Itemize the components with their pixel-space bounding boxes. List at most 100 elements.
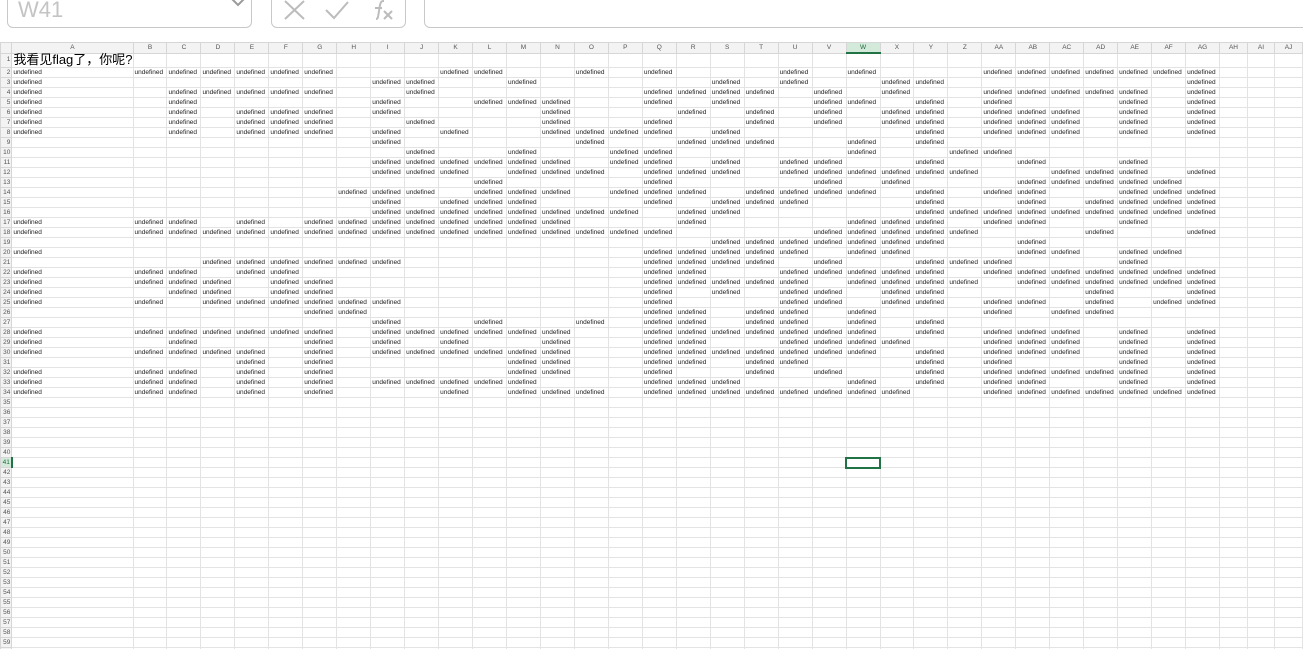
cell-P48[interactable] (607, 527, 643, 538)
cell-AE41[interactable] (1117, 457, 1153, 468)
cell-N47[interactable] (539, 517, 575, 528)
cell-Q57[interactable] (641, 617, 677, 628)
cell-X52[interactable] (879, 567, 915, 578)
cell-U43[interactable] (777, 477, 813, 488)
cell-W37[interactable] (845, 417, 881, 428)
cell-R13[interactable] (675, 177, 711, 188)
cell-AI15[interactable] (1246, 197, 1276, 208)
cell-G37[interactable] (302, 417, 338, 428)
cell-I30[interactable]: undefined (370, 347, 406, 358)
cell-T13[interactable] (743, 177, 779, 188)
cell-V22[interactable]: undefined (811, 267, 847, 278)
cell-X45[interactable] (879, 497, 915, 508)
cell-S46[interactable] (709, 507, 745, 518)
cell-T59[interactable] (743, 637, 779, 648)
cell-A45[interactable] (11, 497, 134, 508)
cell-T55[interactable] (743, 597, 779, 608)
cell-F7[interactable]: undefined (268, 117, 304, 128)
cell-AC11[interactable] (1049, 157, 1085, 168)
cell-AC42[interactable] (1049, 467, 1085, 478)
cell-U48[interactable] (777, 527, 813, 538)
cell-AA20[interactable] (981, 247, 1017, 258)
cell-A25[interactable]: undefined (11, 297, 134, 308)
row-header-47[interactable]: 47 (0, 517, 13, 528)
cell-E25[interactable]: undefined (234, 297, 270, 308)
cell-E24[interactable] (234, 287, 270, 298)
cell-N35[interactable] (539, 397, 575, 408)
cell-T7[interactable]: undefined (743, 117, 779, 128)
cell-C4[interactable]: undefined (166, 87, 202, 98)
column-header-N[interactable]: N (539, 42, 575, 54)
cell-P13[interactable] (607, 177, 643, 188)
cell-S34[interactable]: undefined (709, 387, 745, 398)
cell-V26[interactable] (811, 307, 847, 318)
cell-Y34[interactable] (913, 387, 949, 398)
cell-G45[interactable] (302, 497, 338, 508)
cell-O19[interactable] (573, 237, 609, 248)
cell-AG30[interactable]: undefined (1185, 347, 1221, 358)
cell-AE1[interactable] (1117, 52, 1153, 68)
cell-S33[interactable]: undefined (709, 377, 745, 388)
cell-AE28[interactable]: undefined (1117, 327, 1153, 338)
cell-AA43[interactable] (981, 477, 1017, 488)
cell-AH59[interactable] (1219, 637, 1248, 648)
cell-F37[interactable] (268, 417, 304, 428)
cell-A8[interactable]: undefined (11, 127, 134, 138)
cell-B6[interactable] (132, 107, 168, 118)
cell-AC1[interactable] (1049, 52, 1085, 68)
row-header-24[interactable]: 24 (0, 287, 13, 298)
cell-F55[interactable] (268, 597, 304, 608)
cell-AG8[interactable]: undefined (1185, 127, 1221, 138)
cell-J34[interactable] (404, 387, 440, 398)
cell-AG1[interactable] (1185, 52, 1221, 68)
cell-Y8[interactable]: undefined (913, 127, 949, 138)
name-box[interactable]: W41 (7, 0, 252, 28)
cell-AJ15[interactable] (1274, 197, 1303, 208)
cell-I7[interactable] (370, 117, 406, 128)
cell-F46[interactable] (268, 507, 304, 518)
column-header-C[interactable]: C (166, 42, 202, 54)
cell-B17[interactable]: undefined (132, 217, 168, 228)
cell-AJ48[interactable] (1274, 527, 1303, 538)
cell-T9[interactable]: undefined (743, 137, 779, 148)
cell-U1[interactable] (777, 52, 813, 68)
cell-U18[interactable] (777, 227, 813, 238)
cell-AA56[interactable] (981, 607, 1017, 618)
cell-A14[interactable] (11, 187, 134, 198)
cell-B18[interactable]: undefined (132, 227, 168, 238)
cell-AA59[interactable] (981, 637, 1017, 648)
cell-K1[interactable] (438, 52, 474, 68)
cell-B52[interactable] (132, 567, 168, 578)
cell-C51[interactable] (166, 557, 202, 568)
cell-N29[interactable]: undefined (539, 337, 575, 348)
cell-Y37[interactable] (913, 417, 949, 428)
cell-A21[interactable] (11, 257, 134, 268)
cell-F20[interactable] (268, 247, 304, 258)
cell-E27[interactable] (234, 317, 270, 328)
cell-A2[interactable]: undefined (11, 67, 134, 78)
cell-Z47[interactable] (947, 517, 983, 528)
column-header-AJ[interactable]: AJ (1274, 42, 1303, 54)
cell-M34[interactable]: undefined (506, 387, 541, 398)
cell-H4[interactable] (336, 87, 372, 98)
cell-X48[interactable] (879, 527, 915, 538)
cell-L11[interactable]: undefined (472, 157, 508, 168)
cell-B13[interactable] (132, 177, 168, 188)
cell-R1[interactable] (675, 52, 711, 68)
cell-AI8[interactable] (1246, 127, 1276, 138)
cell-Z44[interactable] (947, 487, 983, 498)
cell-AI21[interactable] (1246, 257, 1276, 268)
cell-U45[interactable] (777, 497, 813, 508)
cell-AI54[interactable] (1246, 587, 1276, 598)
cell-AB22[interactable]: undefined (1015, 267, 1051, 278)
cell-M59[interactable] (506, 637, 541, 648)
cell-P44[interactable] (607, 487, 643, 498)
cell-I31[interactable] (370, 357, 406, 368)
cell-J29[interactable] (404, 337, 440, 348)
cell-C44[interactable] (166, 487, 202, 498)
cell-AG51[interactable] (1185, 557, 1221, 568)
cell-P33[interactable] (607, 377, 643, 388)
cell-B27[interactable] (132, 317, 168, 328)
cell-S8[interactable]: undefined (709, 127, 745, 138)
cell-W35[interactable] (845, 397, 881, 408)
